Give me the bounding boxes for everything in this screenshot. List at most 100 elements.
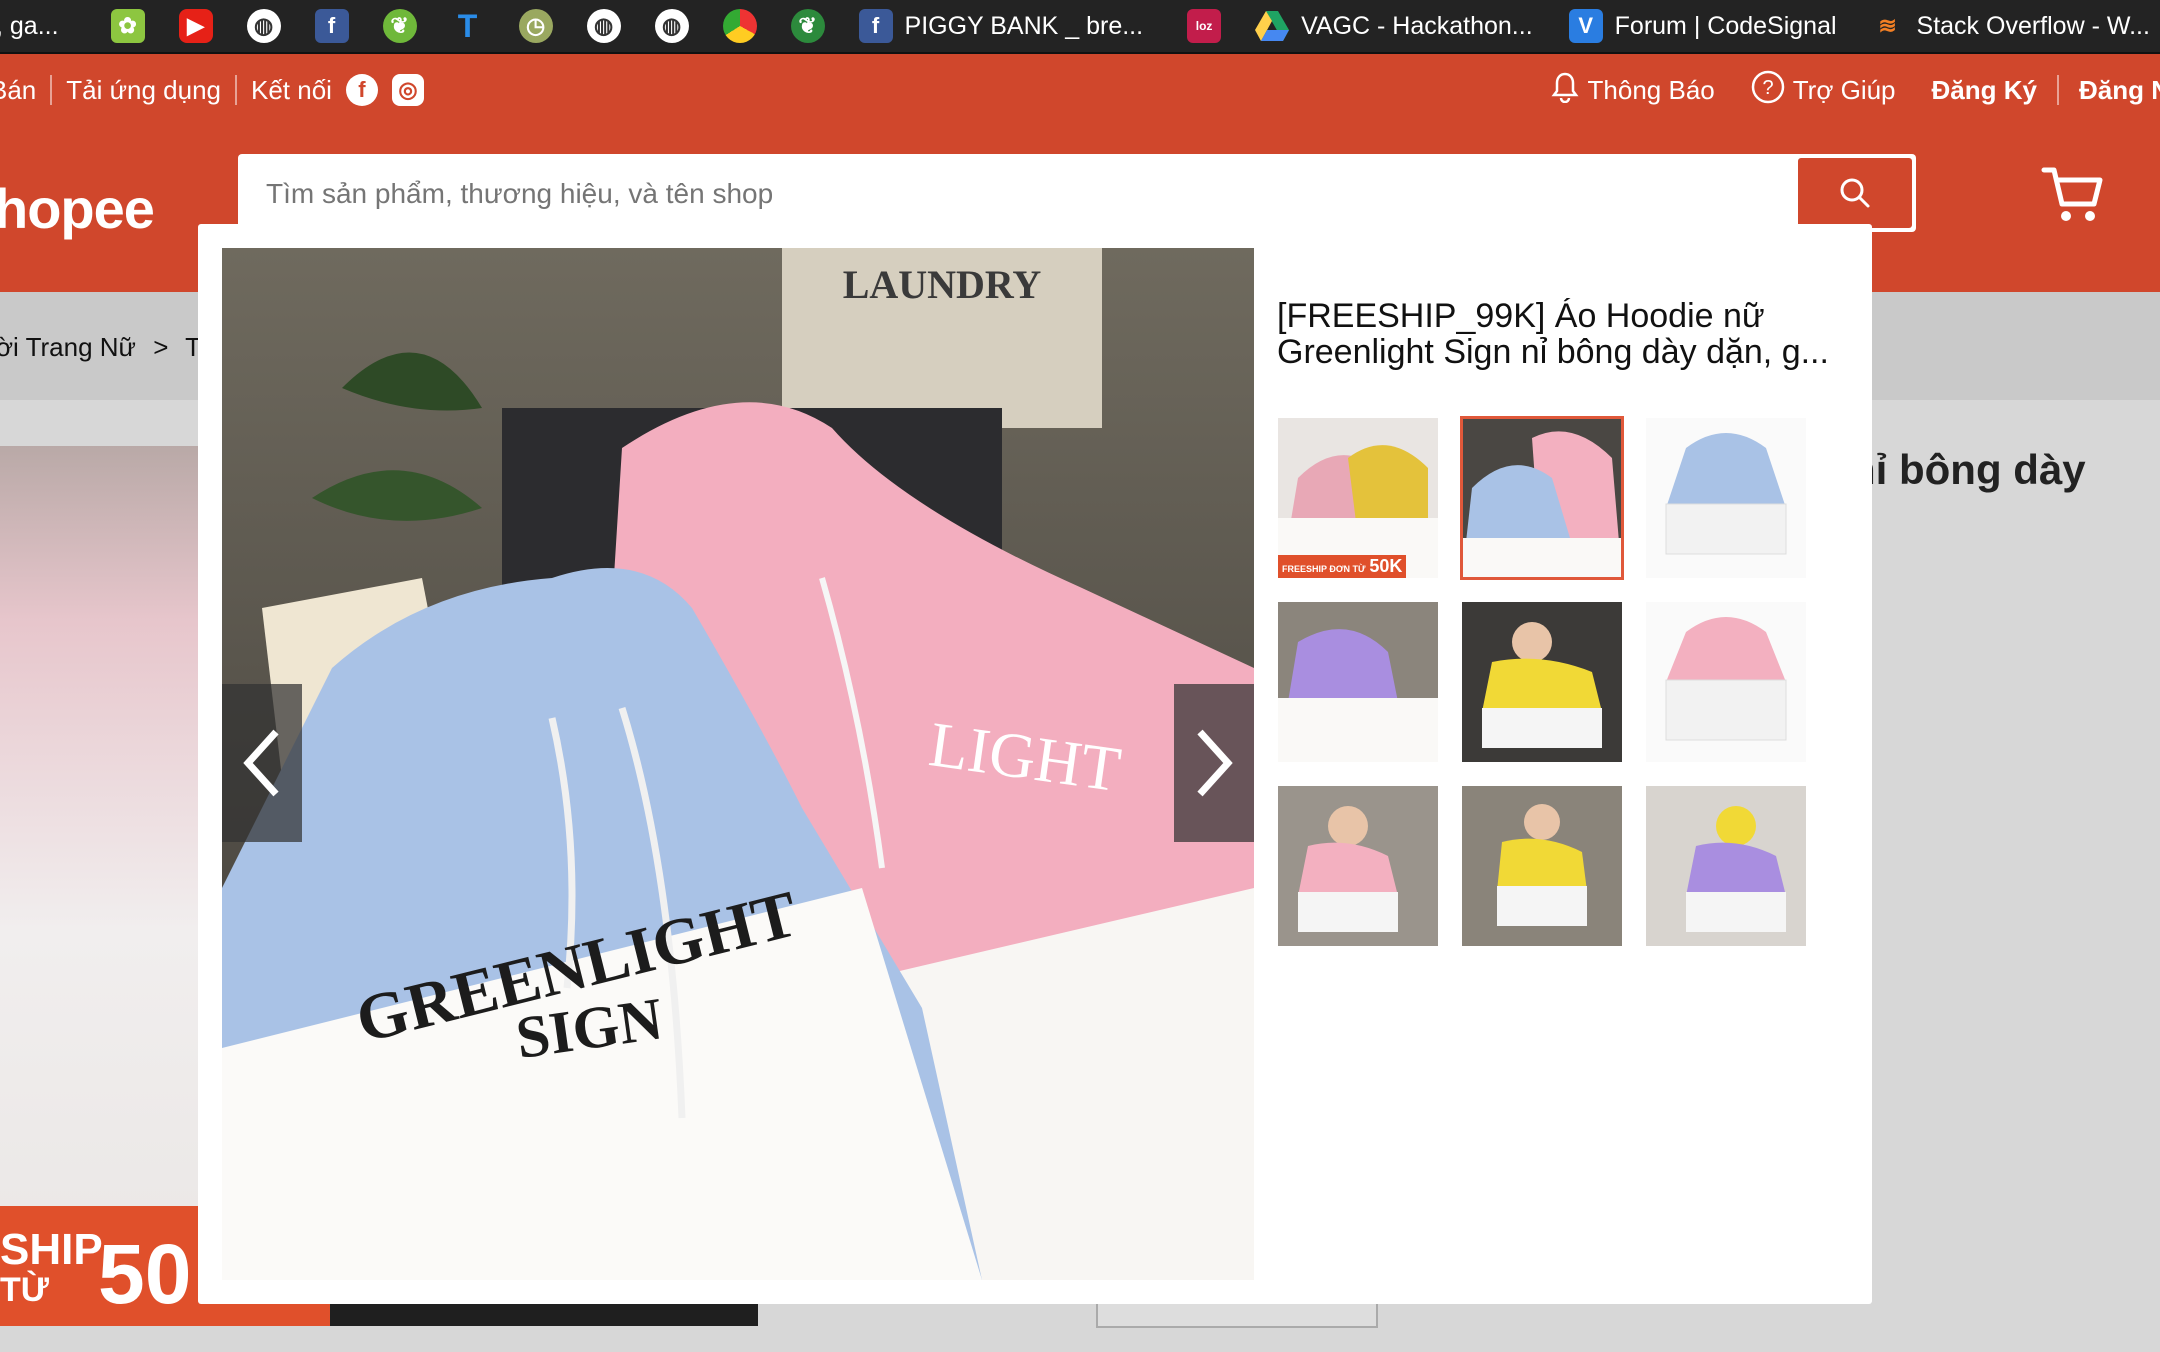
main-product-image[interactable]: LAUNDRY LIGHT GREENLIGHT SIGN <box>222 248 1254 1280</box>
thumbnail-image <box>1462 418 1622 578</box>
chevron-right-icon <box>1197 729 1233 797</box>
badge-amount: 50K <box>1369 556 1403 576</box>
login-link[interactable]: Đăng N <box>2079 75 2160 106</box>
thumbnail-image <box>1278 602 1438 762</box>
title-line: Greenlight Sign nỉ bông dày dặn, g... <box>1277 334 1829 370</box>
thumbnail-7[interactable] <box>1462 786 1622 946</box>
register-label: Đăng Ký <box>1931 74 2037 105</box>
bookmark-item[interactable]: ◍ <box>246 9 293 43</box>
bookmark-item[interactable]: T <box>451 7 497 44</box>
bookmark-item[interactable]: ✿ <box>110 9 157 43</box>
sell-link[interactable]: Bán <box>0 75 36 106</box>
bookmark-item[interactable]: loz <box>1187 9 1233 43</box>
bookmark-item[interactable]: ❦ <box>790 9 837 43</box>
thumbnail-3[interactable] <box>1278 602 1438 762</box>
svg-text:?: ? <box>1762 77 1773 99</box>
leaf-icon: ✿ <box>110 9 145 43</box>
bookmark-item[interactable] <box>722 9 769 43</box>
t-icon: T <box>457 7 478 44</box>
product-title-background: nỉ bông dày <box>1850 446 2086 493</box>
download-app-link[interactable]: Tải ứng dụng <box>66 75 221 106</box>
divider <box>2057 75 2059 105</box>
thumbnail-image <box>1646 418 1806 578</box>
bookmark-item[interactable]: ◍ <box>654 9 701 43</box>
bookmark-item[interactable]: V Forum | CodeSignal <box>1568 9 1837 43</box>
bookmark-item[interactable]: ❦ <box>382 9 429 43</box>
globe-icon: ◍ <box>246 9 281 43</box>
svg-text:LAUNDRY: LAUNDRY <box>843 262 1042 307</box>
divider <box>235 75 237 105</box>
thumbnail-image <box>1646 602 1806 762</box>
banner-line: SHIP <box>0 1225 103 1274</box>
bookmark-item[interactable]: ◍ <box>586 9 633 43</box>
search-button[interactable] <box>1798 158 1912 228</box>
bookmark-label: , ga... <box>0 11 59 40</box>
loz-icon: loz <box>1187 9 1222 43</box>
thumbnail-0[interactable]: FREESHIP ĐƠN TỪ 50K <box>1278 418 1438 578</box>
codesignal-icon: V <box>1568 9 1603 43</box>
breadcrumb-item[interactable]: ời Trang Nữ <box>0 332 136 362</box>
freeship-banner-amount: 50 <box>98 1227 192 1321</box>
connect-label: Kết nối <box>251 74 332 105</box>
breadcrumb: ời Trang Nữ > Tra <box>0 332 223 363</box>
instagram-icon[interactable]: ◎ <box>391 74 424 106</box>
help-label: Trợ Giúp <box>1792 74 1896 105</box>
thumbnail-8[interactable] <box>1646 786 1806 946</box>
thumbnail-2[interactable] <box>1646 418 1806 578</box>
sprout-icon: ❦ <box>382 9 417 43</box>
bookmark-label: VAGC - Hackathon... <box>1301 11 1533 40</box>
thumbnail-6[interactable] <box>1278 786 1438 946</box>
modal-product-title: [FREESHIP_99K] Áo Hoodie nữ Greenlight S… <box>1277 298 1857 370</box>
search-icon <box>1840 178 1870 208</box>
freeship-badge: FREESHIP ĐƠN TỪ 50K <box>1278 555 1407 578</box>
help-link[interactable]: ? Trợ Giúp <box>1751 70 1896 111</box>
bell-icon <box>1550 71 1580 110</box>
thumbnail-4[interactable] <box>1462 602 1622 762</box>
next-image-button[interactable] <box>1174 684 1254 842</box>
thumbnail-image <box>1278 786 1438 946</box>
thumbnail-image <box>1278 418 1438 578</box>
register-link[interactable]: Đăng Ký <box>1932 75 2037 106</box>
shopee-logo[interactable]: hopee <box>0 176 155 241</box>
bookmark-label: Forum | CodeSignal <box>1614 11 1837 40</box>
bookmark-item[interactable]: f PIGGY BANK _ bre... <box>858 9 1143 43</box>
notifications-label: Thông Báo <box>1587 74 1715 105</box>
title-line: [FREESHIP_99K] Áo Hoodie nữ <box>1277 298 1765 334</box>
drive-icon <box>1255 9 1290 43</box>
search-input[interactable] <box>264 154 1708 234</box>
chevron-right-icon: > <box>153 332 169 362</box>
thumbnail-image <box>1646 786 1806 946</box>
youtube-icon: ▶ <box>178 9 213 43</box>
bookmark-item[interactable]: f <box>314 9 361 43</box>
badge-text: FREESHIP ĐƠN TỪ <box>1282 564 1366 574</box>
chrome-icon <box>722 9 757 43</box>
thumbnail-5[interactable] <box>1646 602 1806 762</box>
prev-image-button[interactable] <box>222 684 302 842</box>
divider <box>50 75 53 105</box>
stackoverflow-icon: ≋ <box>1878 13 1897 38</box>
banner-line: TỪ <box>0 1271 49 1309</box>
notifications-link[interactable]: Thông Báo <box>1550 71 1715 110</box>
topnav-right: Thông Báo ? Trợ Giúp Đăng Ký Đăng N <box>1514 70 2160 110</box>
login-label: Đăng N <box>2079 74 2160 105</box>
bookmark-item[interactable]: ▶ <box>178 9 225 43</box>
bookmark-item[interactable]: ≋ Stack Overflow - W... <box>1871 9 2150 43</box>
facebook-icon[interactable]: f <box>345 74 378 106</box>
freeship-banner-text: SHIP TỪ <box>0 1225 103 1310</box>
facebook-icon: f <box>858 9 893 43</box>
facebook-icon: f <box>314 9 349 43</box>
topnav-left: Bán Tải ứng dụng Kết nối f ◎ <box>0 72 424 108</box>
globe-icon: ◍ <box>654 9 689 43</box>
search-bar <box>238 154 1916 234</box>
thumbnail-image <box>1462 602 1622 762</box>
thumbnail-1[interactable] <box>1460 416 1624 580</box>
bookmarks-bar: , ga... ✿ ▶ ◍ f ❦ T ◷ ◍ ◍ ❦ f PIGGY BANK … <box>0 0 2160 54</box>
cart-icon[interactable] <box>2040 164 2106 226</box>
bookmark-item[interactable]: VAGC - Hackathon... <box>1255 9 1533 43</box>
thumbnail-image <box>1462 786 1622 946</box>
product-image-background <box>0 446 200 1326</box>
hoodie-photo: LAUNDRY LIGHT GREENLIGHT SIGN <box>222 248 1254 1280</box>
bookmark-item[interactable]: , ga... <box>0 12 59 41</box>
bookmark-label: Stack Overflow - W... <box>1916 11 2150 40</box>
bookmark-item[interactable]: ◷ <box>518 9 565 43</box>
